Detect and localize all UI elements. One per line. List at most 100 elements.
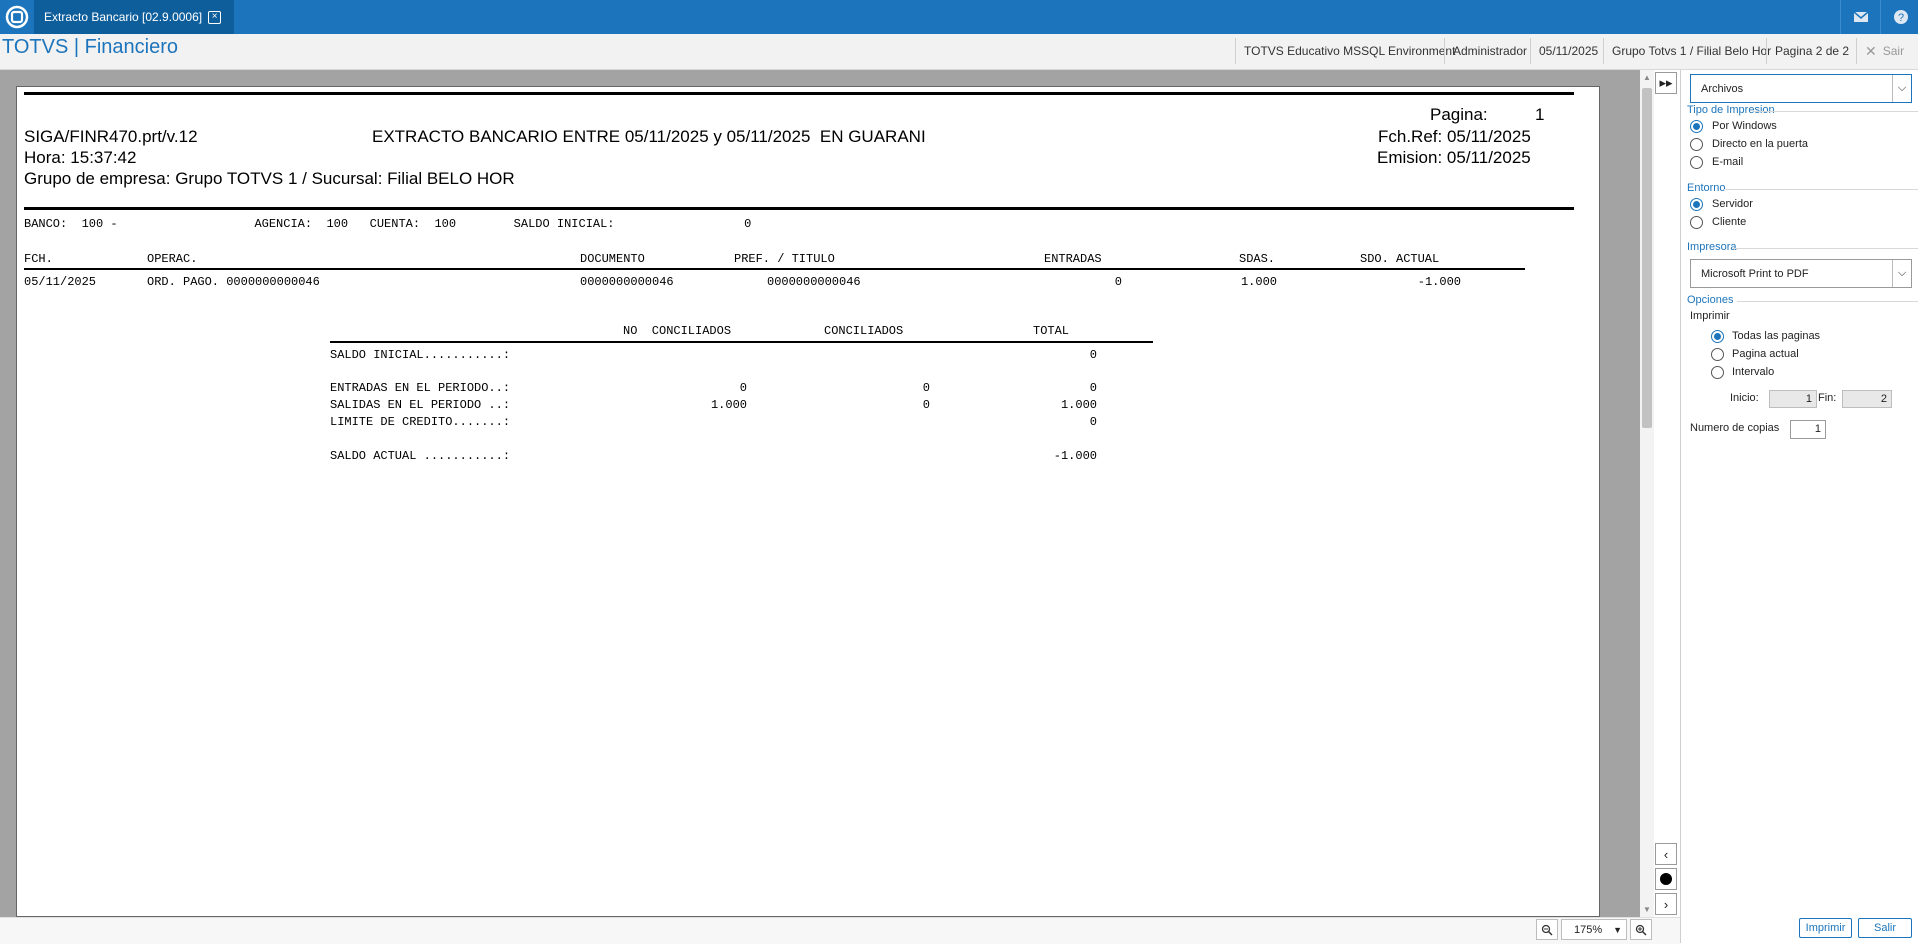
radio-label-intervalo: Intervalo xyxy=(1732,366,1775,378)
row-operacion: ORD. PAGO. 0000000000046 xyxy=(147,275,320,289)
page-number: 1 xyxy=(1535,105,1545,124)
zoom-out-icon xyxy=(1541,924,1553,936)
row-saldo-actual: -1.000 xyxy=(1417,275,1461,289)
summary-noconc-salidas: 1.000 xyxy=(710,398,747,412)
summary-total-saldo-actual: -1.000 xyxy=(1053,449,1097,463)
summary-label-limite: LIMITE DE CREDITO.......: xyxy=(330,415,511,429)
group-divider xyxy=(1754,111,1918,112)
group-divider xyxy=(1724,189,1918,190)
summary-noconc-entradas: 0 xyxy=(739,381,747,395)
options-group-label: Opciones xyxy=(1687,294,1734,306)
row-date: 05/11/2025 xyxy=(24,275,97,289)
toggle-panel-button[interactable]: ▸▸ xyxy=(1655,72,1677,94)
mail-icon xyxy=(1853,11,1869,22)
summary-total-entradas: 0 xyxy=(1089,381,1097,395)
end-page-input[interactable]: 2 xyxy=(1842,390,1892,408)
radio-label-servidor: Servidor xyxy=(1712,198,1753,210)
radio-label-directo: Directo en la puerta xyxy=(1712,138,1808,150)
radio-label-actual: Pagina actual xyxy=(1732,348,1799,360)
summary-label-salidas: SALIDAS EN EL PERIODO ..: xyxy=(330,398,511,412)
scroll-up-icon[interactable]: ▲ xyxy=(1643,73,1651,82)
end-page-label: Fin: xyxy=(1818,392,1837,404)
radio-label-cliente: Cliente xyxy=(1712,216,1747,228)
help-icon: ? xyxy=(1894,10,1908,24)
row-titulo: 0000000000046 xyxy=(767,275,861,289)
chevron-down-icon: ⌵ xyxy=(1892,260,1911,287)
zoom-bar xyxy=(0,917,1680,944)
report-page: Pagina: 1 SIGA/FINR470.prt/v.12 EXTRACTO… xyxy=(16,86,1600,917)
dot-icon xyxy=(1660,873,1672,885)
emission-date: Emision: 05/11/2025 xyxy=(1377,148,1531,167)
radio-por-windows[interactable] xyxy=(1690,120,1703,133)
exit-button[interactable]: Salir xyxy=(1858,918,1912,938)
col-documento: DOCUMENTO xyxy=(580,252,645,266)
printer-select[interactable]: Microsoft Print to PDF ⌵ xyxy=(1690,259,1912,288)
radio-pagina-actual[interactable] xyxy=(1711,348,1724,361)
tab-extracto-bancario[interactable]: Extracto Bancario [02.9.0006] × xyxy=(34,0,234,34)
close-tab-icon[interactable]: × xyxy=(208,10,222,24)
col-sdo-actual: SDO. ACTUAL xyxy=(1360,252,1440,266)
destination-select[interactable]: Archivos ⌵ xyxy=(1690,74,1912,103)
summary-label-entradas: ENTRADAS EN EL PERIODO..: xyxy=(330,381,511,395)
program-id: SIGA/FINR470.prt/v.12 xyxy=(24,127,198,146)
col-pref-titulo: PREF. / TITULO xyxy=(734,252,835,266)
start-page-input[interactable]: 1 xyxy=(1769,390,1817,408)
tab-label: Extracto Bancario [02.9.0006] xyxy=(44,10,203,24)
col-sdas: SDAS. xyxy=(1239,252,1276,266)
top-rule xyxy=(24,92,1574,95)
radio-label-todas: Todas las paginas xyxy=(1732,330,1821,342)
col-operac: OPERAC. xyxy=(147,252,198,266)
page-info: Pagina 2 de 2 xyxy=(1766,38,1857,64)
radio-email[interactable] xyxy=(1690,156,1703,169)
radio-directo[interactable] xyxy=(1690,138,1703,151)
col-entradas: ENTRADAS xyxy=(1044,252,1102,266)
company-group: Grupo de empresa: Grupo TOTVS 1 / Sucurs… xyxy=(24,169,515,188)
next-page-button[interactable]: › xyxy=(1655,893,1677,915)
summary-label-saldo-inicial: SALDO INICIAL...........: xyxy=(330,348,511,362)
radio-cliente[interactable] xyxy=(1690,216,1703,229)
group-divider xyxy=(1737,301,1918,302)
printer-group-label: Impresora xyxy=(1687,241,1737,253)
page-label: Pagina: xyxy=(1430,105,1488,124)
zoom-out-button[interactable] xyxy=(1536,919,1558,940)
zoom-select[interactable]: 175% ▼ xyxy=(1561,919,1627,940)
chevron-left-icon: ‹ xyxy=(1663,846,1669,862)
user-info: Administrador xyxy=(1444,38,1535,64)
col-fch: FCH. xyxy=(24,252,53,266)
app-title: TOTVS | Financiero xyxy=(2,36,178,58)
copies-input[interactable]: 1 xyxy=(1790,420,1826,439)
scrollbar-thumb[interactable] xyxy=(1642,88,1652,428)
summary-col-conciliados: CONCILIADOS xyxy=(824,324,904,338)
report-title: EXTRACTO BANCARIO ENTRE 05/11/2025 y 05/… xyxy=(372,127,926,146)
prev-page-button[interactable]: ‹ xyxy=(1655,843,1677,865)
summary-rule xyxy=(330,341,1153,343)
radio-label-email: E-mail xyxy=(1712,156,1744,168)
current-page-button[interactable] xyxy=(1655,868,1677,890)
bank-line: BANCO: 100 - AGENCIA: 100 CUENTA: 100 SA… xyxy=(24,217,752,231)
exit-link[interactable]: ✕ Sair xyxy=(1856,38,1912,64)
zoom-in-icon xyxy=(1635,924,1647,936)
environment-info: TOTVS Educativo MSSQL Environment xyxy=(1235,38,1463,64)
print-button[interactable]: Imprimir xyxy=(1799,918,1852,938)
radio-todas-paginas[interactable] xyxy=(1711,330,1724,343)
group-divider xyxy=(1733,248,1918,249)
row-salidas: 1.000 xyxy=(1240,275,1277,289)
help-button[interactable]: ? xyxy=(1880,0,1918,34)
scroll-down-icon[interactable]: ▼ xyxy=(1643,905,1651,914)
environment-group-label: Entorno xyxy=(1687,182,1726,194)
totvs-logo-icon[interactable] xyxy=(3,3,31,31)
columns-rule xyxy=(24,268,1525,270)
zoom-in-button[interactable] xyxy=(1630,919,1652,940)
start-page-label: Inicio: xyxy=(1730,392,1759,404)
radio-servidor[interactable] xyxy=(1690,198,1703,211)
print-type-group-label: Tipo de Impresion xyxy=(1687,104,1775,116)
row-entradas: 0 xyxy=(1114,275,1122,289)
radio-intervalo[interactable] xyxy=(1711,366,1724,379)
print-range-label: Imprimir xyxy=(1690,310,1730,322)
summary-col-no-conciliados: NO CONCILIADOS xyxy=(623,324,732,338)
summary-label-saldo-actual: SALDO ACTUAL ...........: xyxy=(330,449,511,463)
mail-button[interactable] xyxy=(1840,0,1881,34)
group-info: Grupo Totvs 1 / Filial Belo Hor xyxy=(1603,38,1779,64)
svg-text:?: ? xyxy=(1898,12,1904,24)
reference-date: Fch.Ref: 05/11/2025 xyxy=(1378,127,1531,146)
